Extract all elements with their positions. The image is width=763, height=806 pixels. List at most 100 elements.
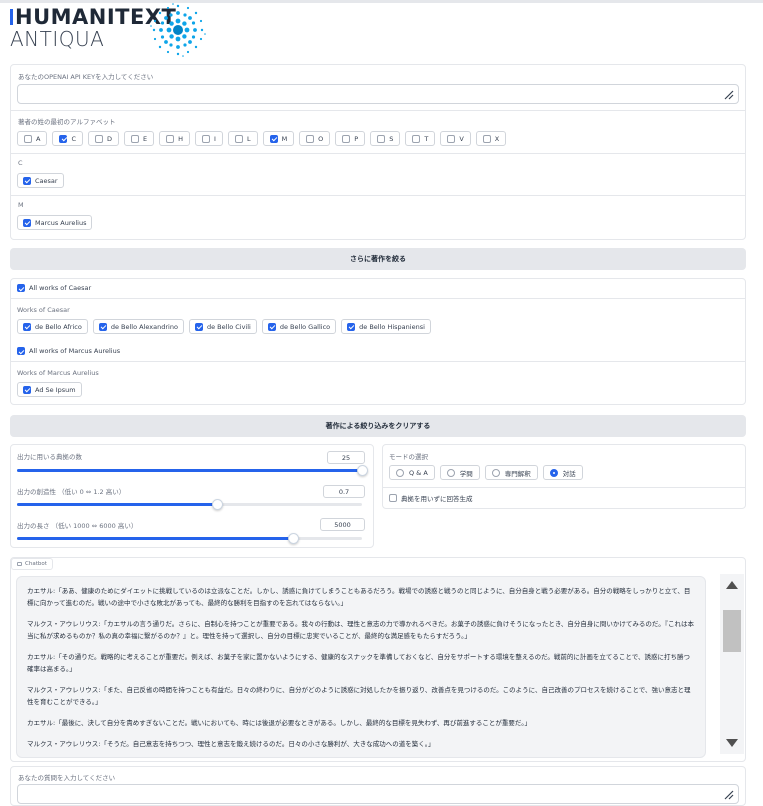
checkbox-label: T <box>424 134 429 143</box>
clear-filter-button[interactable]: 著作による絞り込みをクリアする <box>10 415 746 437</box>
length-input[interactable]: 5000 <box>320 518 365 531</box>
checkbox-label: V <box>459 134 464 143</box>
chat-message: マルクス・アウレリウス:「カエサルの言う通りだ。さらに、自制心を持つことが重要で… <box>27 620 694 640</box>
length-label: 出力の長さ （低い 1000 ⇔ 6000 高い） <box>17 522 138 530</box>
checkbox-label: S <box>389 134 394 143</box>
checkbox-unchecked-icon <box>482 134 491 143</box>
letter-checkbox-l[interactable]: L <box>227 131 258 146</box>
author-checkbox-caesar[interactable]: Caesar <box>17 173 64 188</box>
chatbot-label-badge: Chatbot <box>11 558 53 570</box>
checkbox-unchecked-icon <box>24 134 32 143</box>
scrollbar-thumb[interactable] <box>723 610 741 652</box>
letter-checkbox-h[interactable]: H <box>159 131 191 146</box>
checkbox-checked-icon <box>269 134 278 143</box>
letter-checkbox-o[interactable]: O <box>299 131 331 146</box>
all-works-marcus-checkbox[interactable]: All works of Marcus Aurelius <box>17 347 120 355</box>
checkbox-unchecked-icon <box>342 134 351 143</box>
checkbox-unchecked-icon <box>166 134 175 143</box>
work-checkbox[interactable]: de Bello Africo <box>17 319 88 334</box>
checkbox-label: I <box>214 134 216 143</box>
checkbox-unchecked-icon <box>389 494 397 502</box>
source-count-slider[interactable] <box>17 465 368 476</box>
work-checkbox[interactable]: de Bello Gallico <box>261 319 337 334</box>
checkbox-unchecked-icon <box>412 134 421 143</box>
radio-unselected-icon <box>446 468 455 477</box>
letter-checkbox-v[interactable]: V <box>440 131 471 146</box>
letter-checkbox-a[interactable]: A <box>17 131 48 146</box>
divider <box>383 487 745 488</box>
checkbox-checked-icon <box>23 322 31 331</box>
works-marcus-label: Works of Marcus Aurelius <box>17 369 99 377</box>
letter-checkbox-t[interactable]: T <box>405 131 436 146</box>
checkbox-unchecked-icon <box>95 134 103 143</box>
mode-option[interactable]: Q & A <box>389 465 435 480</box>
mode-option[interactable]: 対話 <box>542 465 583 480</box>
checkbox-label: de Bello Civili <box>206 322 251 331</box>
work-checkbox[interactable]: Ad Se Ipsum <box>17 382 82 397</box>
scroll-up-icon[interactable] <box>726 581 738 589</box>
radio-unselected-icon <box>396 468 404 477</box>
work-checkbox[interactable]: de Bello Alexandrino <box>92 319 184 334</box>
checkbox-checked-icon <box>267 322 276 331</box>
creativity-slider[interactable] <box>17 499 362 510</box>
top-border <box>0 0 763 3</box>
letter-checkbox-e[interactable]: E <box>124 131 155 146</box>
chat-message-area[interactable]: カエサル:「ああ、健康のためにダイエットに挑戦しているのは立派なことだ。しかし、… <box>16 576 706 758</box>
api-key-input[interactable] <box>17 84 739 104</box>
work-checkbox[interactable]: de Bello Hispaniensi <box>341 319 431 334</box>
question-input[interactable] <box>17 784 739 804</box>
source-count-input[interactable]: 25 <box>327 451 365 464</box>
chat-message: マルクス・アウレリウス:「そうだ。自己意志を持ちつつ、理性と意志を鍛え続けるのだ… <box>27 740 435 748</box>
letter-checkbox-d[interactable]: D <box>88 131 120 146</box>
checkbox-label: X <box>494 134 500 143</box>
checkbox-unchecked-icon <box>202 134 211 143</box>
checkbox-unchecked-icon <box>306 134 315 143</box>
chat-icon <box>17 562 22 566</box>
checkbox-checked-icon <box>17 284 25 292</box>
question-label: あなたの質問を入力してください <box>18 774 116 782</box>
mode-option-label: 学問 <box>459 469 473 478</box>
api-key-label: あなたのOPENAI API KEYを入力してください <box>18 73 154 81</box>
slider-thumb[interactable] <box>211 499 223 510</box>
mode-option[interactable]: 学問 <box>439 465 480 480</box>
all-works-caesar-checkbox[interactable]: All works of Caesar <box>17 284 91 292</box>
checkbox-label: C <box>71 134 76 143</box>
works-caesar-label: Works of Caesar <box>17 306 70 314</box>
no-source-checkbox[interactable]: 典拠を用いずに回答生成 <box>389 493 473 503</box>
scroll-down-icon[interactable] <box>726 739 738 747</box>
checkbox-label: E <box>143 134 148 143</box>
letter-checkbox-p[interactable]: P <box>335 131 366 146</box>
checkbox-checked-icon <box>347 322 356 331</box>
slider-thumb[interactable] <box>287 533 299 544</box>
length-slider[interactable] <box>17 533 362 544</box>
work-checkbox[interactable]: de Bello Civili <box>188 319 257 334</box>
checkbox-label: de Bello Hispaniensi <box>359 322 425 331</box>
creativity-label: 出力の創造性 （低い 0 ⇔ 1.2 高い） <box>17 488 126 496</box>
letter-checkbox-m[interactable]: M <box>262 131 295 146</box>
letter-checkbox-s[interactable]: S <box>370 131 401 146</box>
checkbox-label: de Bello Alexandrino <box>110 322 178 331</box>
letter-checkbox-i[interactable]: I <box>195 131 223 146</box>
author-checkbox-marcus-aurelius[interactable]: Marcus Aurelius <box>17 215 93 230</box>
slider-thumb[interactable] <box>356 465 368 476</box>
slider-fill <box>17 503 218 506</box>
mode-radio-group: Q & A 学問 専門解釈 対話 <box>389 465 588 480</box>
resize-handle-icon[interactable] <box>724 90 734 100</box>
checkbox-label: H <box>178 134 184 143</box>
checkbox-label: A <box>36 134 41 143</box>
group-m-label: M <box>18 201 24 209</box>
chat-scrollbar[interactable] <box>720 574 744 754</box>
creativity-input[interactable]: 0.7 <box>323 485 365 498</box>
mode-option[interactable]: 専門解釈 <box>484 465 538 480</box>
narrow-works-button[interactable]: さらに著作を絞る <box>10 248 746 270</box>
letter-checkbox-x[interactable]: X <box>475 131 507 146</box>
checkbox-label: P <box>354 134 359 143</box>
all-works-marcus-label: All works of Marcus Aurelius <box>29 347 121 355</box>
letter-checkbox-c[interactable]: C <box>52 131 83 146</box>
brand-accent-bar <box>10 9 13 25</box>
checkbox-checked-icon <box>23 218 31 227</box>
mode-label: モードの選択 <box>389 453 428 461</box>
mode-option-label: Q & A <box>409 468 428 477</box>
checkbox-label: L <box>246 134 251 143</box>
mode-option-label: 専門解釈 <box>504 469 531 478</box>
